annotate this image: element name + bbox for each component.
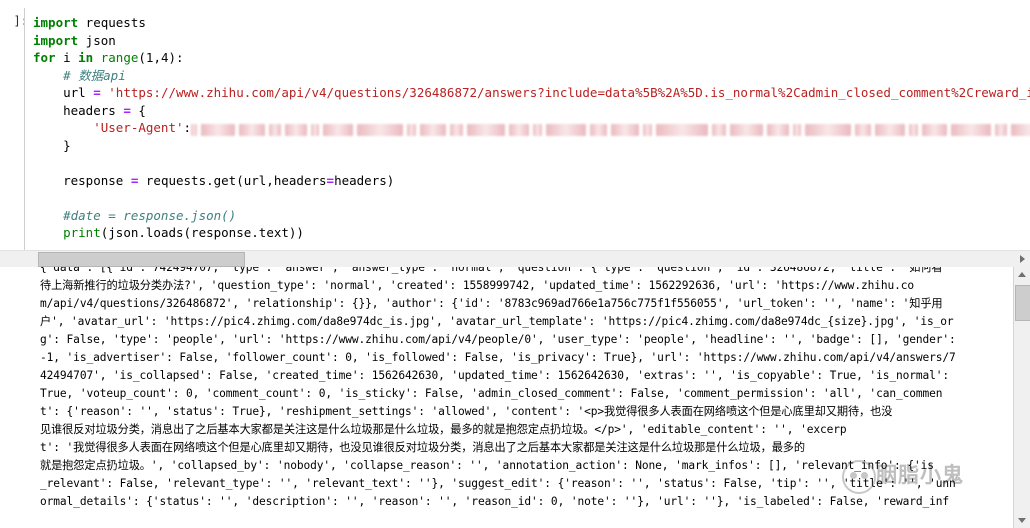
- output-line: g': False, 'type': 'people', 'url': 'htt…: [40, 333, 956, 346]
- code-token: in: [78, 50, 94, 65]
- code-line: response = requests.get(url,headers=head…: [33, 172, 1030, 190]
- output-line: 42494707', 'is_collapsed': False, 'creat…: [40, 369, 950, 382]
- code-token: requests.get(url,headers: [138, 172, 327, 188]
- code-line: }: [33, 137, 1030, 155]
- code-token: }: [33, 137, 71, 153]
- output-text: {'data': [{'id': 742494707, 'type': 'ans…: [40, 267, 1008, 511]
- code-token: response: [33, 172, 131, 188]
- triangle-down-icon: [1018, 518, 1026, 523]
- code-line: import json: [33, 32, 1030, 50]
- jupyter-notebook: ]: import requests import json for i in ra…: [0, 0, 1030, 528]
- code-token: 'https://www.zhihu.com/api/v4/questions/…: [100, 85, 1030, 100]
- output-line: 就是抱怨定点扔垃圾。', 'collapsed_by': 'nobody', '…: [40, 459, 934, 472]
- scroll-right-button[interactable]: [1014, 251, 1030, 267]
- code-token: =: [123, 102, 131, 118]
- notebook-code-cell[interactable]: ]: import requests import json for i in ra…: [0, 0, 1030, 266]
- vertical-scrollbar[interactable]: [1013, 267, 1030, 528]
- output-line: -1, 'is_advertiser': False, 'follower_co…: [40, 351, 956, 364]
- code-token: =: [93, 85, 101, 100]
- output-line: 见谁很反对垃圾分类，消息出了之后基本大家都是关注这是什么垃圾那是什么垃圾，最多的…: [40, 423, 847, 436]
- code-token: :: [183, 120, 192, 135]
- code-token: range: [100, 50, 139, 65]
- output-line: t': '我觉得很多人表面在网络喷这个但是心底里却又期待，也没见谁很反对垃圾分类…: [40, 441, 805, 454]
- code-line: print(json.loads(response.text)): [33, 224, 1030, 242]
- code-token: # 数据api: [33, 67, 126, 83]
- code-token: (json.loads(response.text)): [100, 225, 304, 240]
- scroll-up-button[interactable]: [1014, 267, 1030, 283]
- code-line: for i in range(1,4):: [33, 49, 1030, 67]
- code-token: ,: [153, 50, 161, 65]
- code-token: headers): [334, 172, 395, 188]
- scroll-down-button[interactable]: [1014, 512, 1030, 528]
- triangle-up-icon: [1018, 272, 1026, 277]
- horizontal-scrollbar-thumb[interactable]: [38, 252, 245, 267]
- output-line: ormal_details': {'status': '', 'descript…: [40, 495, 950, 508]
- code-token: i: [55, 50, 79, 65]
- output-line: _relevant': False, 'relevant_type': '', …: [40, 477, 956, 490]
- triangle-right-icon: [1020, 255, 1025, 263]
- code-line: import requests: [33, 14, 1030, 32]
- code-token: json: [78, 32, 116, 48]
- code-token: import: [33, 15, 79, 30]
- output-line: m/api/v4/questions/326486872', 'relation…: [40, 297, 943, 310]
- code-token: (: [138, 50, 146, 65]
- redacted-user-agent: [191, 123, 1030, 136]
- code-line: headers = {: [33, 102, 1030, 120]
- vertical-scrollbar-thumb[interactable]: [1015, 285, 1030, 321]
- output-line: True, 'voteup_count': 0, 'comment_count'…: [40, 387, 943, 400]
- code-line: 'User-Agent':: [33, 119, 1030, 137]
- code-token: 'User-Agent': [33, 120, 184, 135]
- output-line: 户', 'avatar_url': 'https://pic4.zhimg.co…: [40, 315, 954, 328]
- code-token: =: [326, 172, 335, 188]
- code-token: 4: [160, 50, 169, 65]
- output-line: t': {'reason': '', 'status': True}, 'res…: [40, 405, 893, 418]
- cell-output-area: {'data': [{'id': 742494707, 'type': 'ans…: [0, 267, 1030, 528]
- code-token: for: [33, 50, 56, 65]
- code-editor[interactable]: import requests import json for i in range…: [24, 8, 1030, 261]
- code-token: requests: [78, 15, 146, 30]
- code-line: url = 'https://www.zhihu.com/api/v4/ques…: [33, 84, 1030, 102]
- code-token: ):: [168, 50, 184, 65]
- horizontal-scrollbar[interactable]: [0, 250, 1030, 267]
- output-line: 待上海新推行的垃圾分类办法?', 'question_type': 'norma…: [40, 279, 915, 292]
- code-token: print: [63, 225, 101, 240]
- code-token: headers: [33, 102, 124, 118]
- code-text[interactable]: import requests import json for i in range…: [25, 8, 1030, 242]
- code-token: url: [33, 85, 94, 100]
- code-token: {: [130, 102, 146, 118]
- output-line: {'data': [{'id': 742494707, 'type': 'ans…: [40, 267, 943, 274]
- code-line: #date = response.json(): [33, 207, 1030, 225]
- code-token: #date = response.json(): [33, 207, 237, 223]
- code-token: import: [33, 32, 79, 48]
- code-line: # 数据api: [33, 67, 1030, 85]
- output-scroll-region[interactable]: {'data': [{'id': 742494707, 'type': 'ans…: [0, 267, 1008, 528]
